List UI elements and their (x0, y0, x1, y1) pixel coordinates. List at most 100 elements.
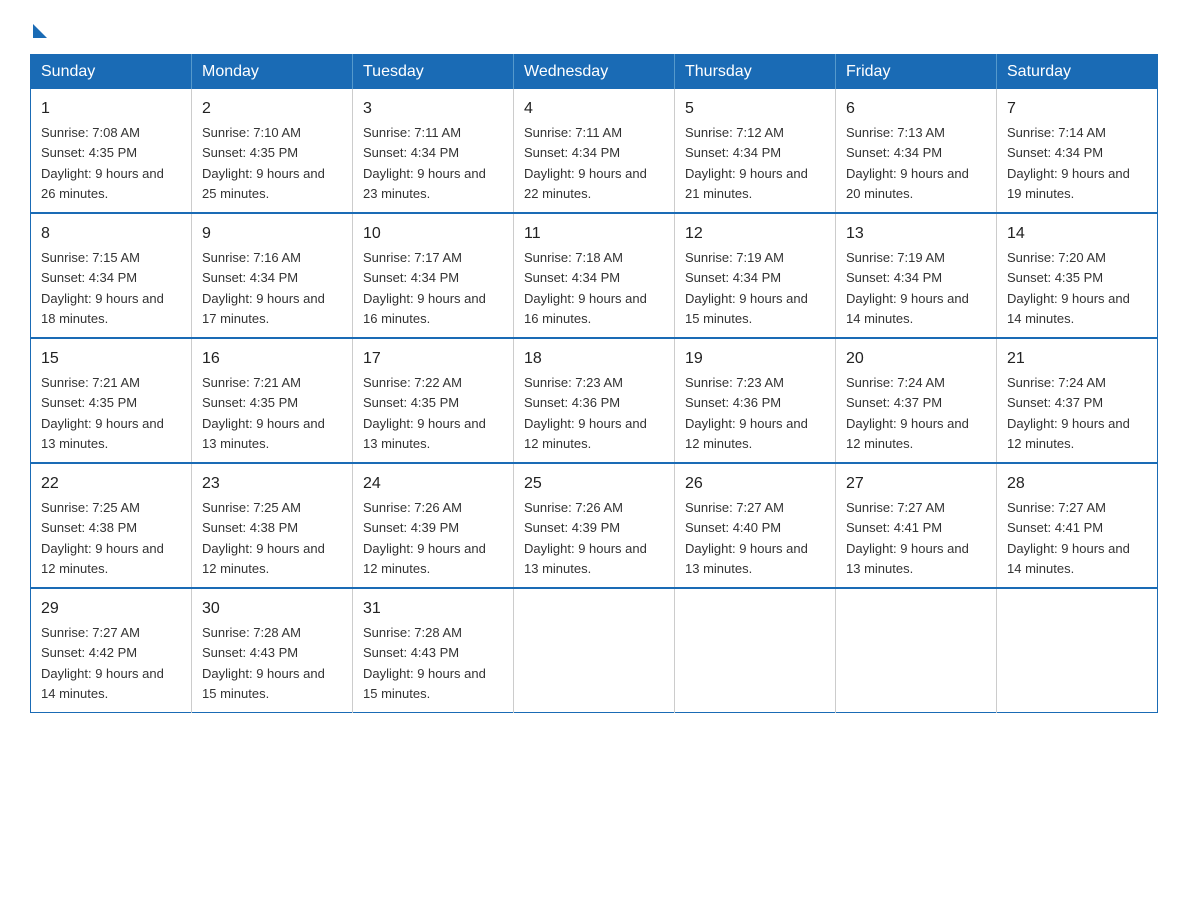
day-number: 28 (1007, 472, 1147, 496)
day-number: 8 (41, 222, 181, 246)
day-info: Sunrise: 7:28 AMSunset: 4:43 PMDaylight:… (202, 625, 325, 701)
calendar-cell: 1 Sunrise: 7:08 AMSunset: 4:35 PMDaylight… (31, 89, 192, 213)
weekday-header-row: SundayMondayTuesdayWednesdayThursdayFrid… (31, 55, 1158, 90)
calendar-cell: 4 Sunrise: 7:11 AMSunset: 4:34 PMDaylight… (514, 89, 675, 213)
day-number: 5 (685, 97, 825, 121)
day-info: Sunrise: 7:26 AMSunset: 4:39 PMDaylight:… (524, 500, 647, 576)
calendar-cell: 21Sunrise: 7:24 AMSunset: 4:37 PMDayligh… (997, 338, 1158, 463)
day-info: Sunrise: 7:18 AMSunset: 4:34 PMDaylight:… (524, 250, 647, 326)
day-info: Sunrise: 7:19 AMSunset: 4:34 PMDaylight:… (846, 250, 969, 326)
calendar-cell: 3 Sunrise: 7:11 AMSunset: 4:34 PMDaylight… (353, 89, 514, 213)
day-number: 14 (1007, 222, 1147, 246)
day-number: 9 (202, 222, 342, 246)
logo-arrow-icon (33, 24, 47, 38)
calendar-cell: 25 Sunrise: 7:26 AMSunset: 4:39 PMDayligh… (514, 463, 675, 588)
day-number: 27 (846, 472, 986, 496)
weekday-header-sunday: Sunday (31, 55, 192, 90)
day-info: Sunrise: 7:16 AMSunset: 4:34 PMDaylight:… (202, 250, 325, 326)
calendar-cell: 13 Sunrise: 7:19 AMSunset: 4:34 PMDayligh… (836, 213, 997, 338)
day-number: 30 (202, 597, 342, 621)
day-number: 4 (524, 97, 664, 121)
calendar-cell: 18Sunrise: 7:23 AMSunset: 4:36 PMDayligh… (514, 338, 675, 463)
calendar-cell (675, 588, 836, 713)
calendar-table: SundayMondayTuesdayWednesdayThursdayFrid… (30, 54, 1158, 713)
day-info: Sunrise: 7:26 AMSunset: 4:39 PMDaylight:… (363, 500, 486, 576)
logo (30, 20, 47, 34)
day-number: 11 (524, 222, 664, 246)
weekday-header-thursday: Thursday (675, 55, 836, 90)
calendar-week-row: 8 Sunrise: 7:15 AMSunset: 4:34 PMDaylight… (31, 213, 1158, 338)
calendar-cell: 6 Sunrise: 7:13 AMSunset: 4:34 PMDaylight… (836, 89, 997, 213)
day-number: 22 (41, 472, 181, 496)
day-info: Sunrise: 7:25 AMSunset: 4:38 PMDaylight:… (41, 500, 164, 576)
day-number: 2 (202, 97, 342, 121)
calendar-cell: 27 Sunrise: 7:27 AMSunset: 4:41 PMDayligh… (836, 463, 997, 588)
day-info: Sunrise: 7:25 AMSunset: 4:38 PMDaylight:… (202, 500, 325, 576)
day-number: 31 (363, 597, 503, 621)
day-info: Sunrise: 7:11 AMSunset: 4:34 PMDaylight:… (524, 125, 647, 201)
day-number: 13 (846, 222, 986, 246)
calendar-cell: 29 Sunrise: 7:27 AMSunset: 4:42 PMDayligh… (31, 588, 192, 713)
day-number: 15 (41, 347, 181, 371)
calendar-cell: 7 Sunrise: 7:14 AMSunset: 4:34 PMDaylight… (997, 89, 1158, 213)
day-info: Sunrise: 7:22 AMSunset: 4:35 PMDaylight:… (363, 375, 486, 451)
calendar-cell: 22 Sunrise: 7:25 AMSunset: 4:38 PMDayligh… (31, 463, 192, 588)
day-number: 26 (685, 472, 825, 496)
calendar-cell: 15Sunrise: 7:21 AMSunset: 4:35 PMDayligh… (31, 338, 192, 463)
day-info: Sunrise: 7:23 AMSunset: 4:36 PMDaylight:… (685, 375, 808, 451)
calendar-cell: 17Sunrise: 7:22 AMSunset: 4:35 PMDayligh… (353, 338, 514, 463)
day-info: Sunrise: 7:15 AMSunset: 4:34 PMDaylight:… (41, 250, 164, 326)
calendar-cell: 30 Sunrise: 7:28 AMSunset: 4:43 PMDayligh… (192, 588, 353, 713)
calendar-cell: 8 Sunrise: 7:15 AMSunset: 4:34 PMDaylight… (31, 213, 192, 338)
day-number: 29 (41, 597, 181, 621)
calendar-cell: 11 Sunrise: 7:18 AMSunset: 4:34 PMDayligh… (514, 213, 675, 338)
weekday-header-tuesday: Tuesday (353, 55, 514, 90)
day-info: Sunrise: 7:24 AMSunset: 4:37 PMDaylight:… (1007, 375, 1130, 451)
day-number: 1 (41, 97, 181, 121)
day-info: Sunrise: 7:10 AMSunset: 4:35 PMDaylight:… (202, 125, 325, 201)
day-info: Sunrise: 7:21 AMSunset: 4:35 PMDaylight:… (202, 375, 325, 451)
day-number: 16 (202, 347, 342, 371)
calendar-cell: 20Sunrise: 7:24 AMSunset: 4:37 PMDayligh… (836, 338, 997, 463)
day-info: Sunrise: 7:27 AMSunset: 4:42 PMDaylight:… (41, 625, 164, 701)
day-info: Sunrise: 7:19 AMSunset: 4:34 PMDaylight:… (685, 250, 808, 326)
calendar-cell: 14 Sunrise: 7:20 AMSunset: 4:35 PMDayligh… (997, 213, 1158, 338)
day-number: 18 (524, 347, 664, 371)
day-info: Sunrise: 7:20 AMSunset: 4:35 PMDaylight:… (1007, 250, 1130, 326)
calendar-cell: 31 Sunrise: 7:28 AMSunset: 4:43 PMDayligh… (353, 588, 514, 713)
day-number: 3 (363, 97, 503, 121)
day-number: 7 (1007, 97, 1147, 121)
calendar-cell: 2 Sunrise: 7:10 AMSunset: 4:35 PMDaylight… (192, 89, 353, 213)
day-number: 23 (202, 472, 342, 496)
calendar-cell (514, 588, 675, 713)
day-info: Sunrise: 7:28 AMSunset: 4:43 PMDaylight:… (363, 625, 486, 701)
calendar-week-row: 22 Sunrise: 7:25 AMSunset: 4:38 PMDayligh… (31, 463, 1158, 588)
day-number: 6 (846, 97, 986, 121)
day-number: 12 (685, 222, 825, 246)
day-info: Sunrise: 7:12 AMSunset: 4:34 PMDaylight:… (685, 125, 808, 201)
calendar-cell: 16 Sunrise: 7:21 AMSunset: 4:35 PMDayligh… (192, 338, 353, 463)
day-info: Sunrise: 7:08 AMSunset: 4:35 PMDaylight:… (41, 125, 164, 201)
calendar-week-row: 1 Sunrise: 7:08 AMSunset: 4:35 PMDaylight… (31, 89, 1158, 213)
calendar-cell: 19 Sunrise: 7:23 AMSunset: 4:36 PMDayligh… (675, 338, 836, 463)
page-header (30, 20, 1158, 34)
day-info: Sunrise: 7:24 AMSunset: 4:37 PMDaylight:… (846, 375, 969, 451)
day-info: Sunrise: 7:27 AMSunset: 4:41 PMDaylight:… (846, 500, 969, 576)
calendar-cell: 23 Sunrise: 7:25 AMSunset: 4:38 PMDayligh… (192, 463, 353, 588)
day-info: Sunrise: 7:11 AMSunset: 4:34 PMDaylight:… (363, 125, 486, 201)
day-number: 25 (524, 472, 664, 496)
day-info: Sunrise: 7:27 AMSunset: 4:41 PMDaylight:… (1007, 500, 1130, 576)
calendar-week-row: 29 Sunrise: 7:27 AMSunset: 4:42 PMDayligh… (31, 588, 1158, 713)
day-number: 10 (363, 222, 503, 246)
weekday-header-saturday: Saturday (997, 55, 1158, 90)
day-info: Sunrise: 7:13 AMSunset: 4:34 PMDaylight:… (846, 125, 969, 201)
calendar-cell: 28 Sunrise: 7:27 AMSunset: 4:41 PMDayligh… (997, 463, 1158, 588)
weekday-header-friday: Friday (836, 55, 997, 90)
calendar-cell: 24 Sunrise: 7:26 AMSunset: 4:39 PMDayligh… (353, 463, 514, 588)
day-number: 19 (685, 347, 825, 371)
weekday-header-monday: Monday (192, 55, 353, 90)
day-info: Sunrise: 7:14 AMSunset: 4:34 PMDaylight:… (1007, 125, 1130, 201)
day-number: 24 (363, 472, 503, 496)
calendar-cell: 9 Sunrise: 7:16 AMSunset: 4:34 PMDaylight… (192, 213, 353, 338)
day-info: Sunrise: 7:17 AMSunset: 4:34 PMDaylight:… (363, 250, 486, 326)
